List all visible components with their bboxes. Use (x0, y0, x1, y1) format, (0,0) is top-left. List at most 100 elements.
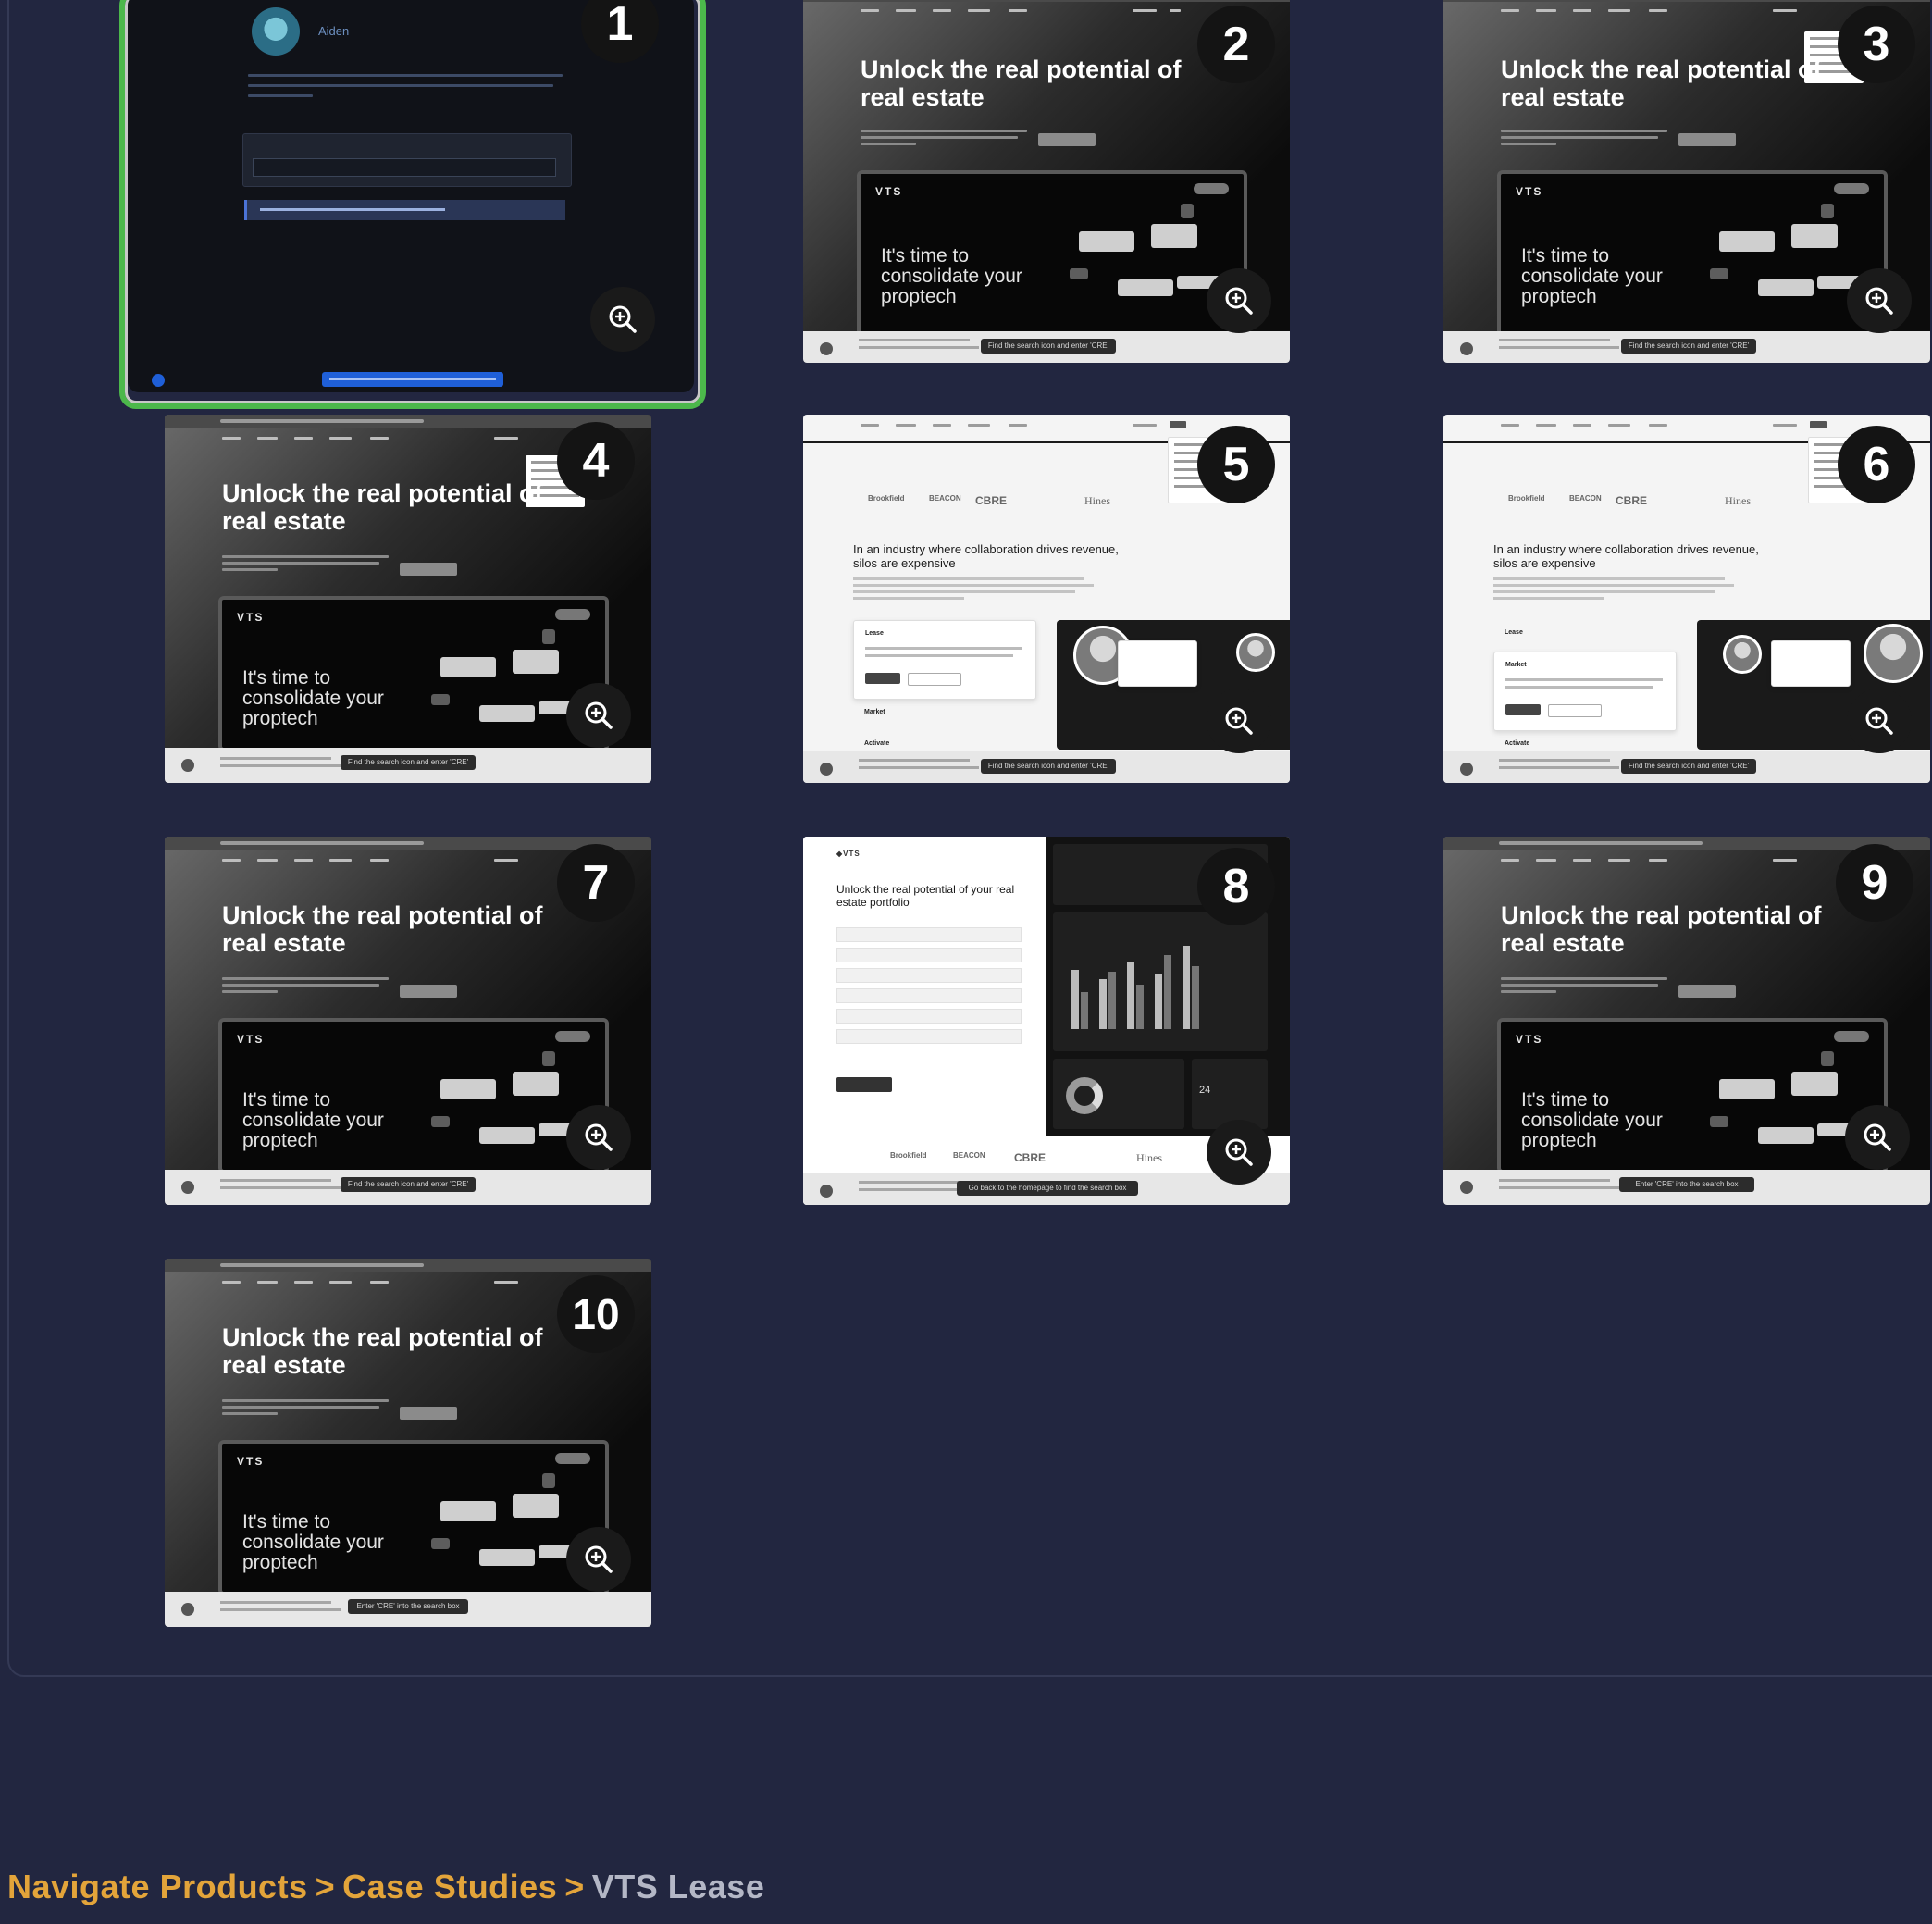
step-thumbnail-6[interactable]: Brookfield BEACON CBRE Hines In an indus… (1443, 415, 1930, 783)
breadcrumb-link-navigate-products[interactable]: Navigate Products (7, 1868, 308, 1905)
accordion-item-lease: Lease (1505, 629, 1523, 636)
step-number-badge: 9 (1836, 844, 1913, 922)
accordion-item-lease: Lease (865, 630, 884, 637)
hero-title: Unlock the real potential of real estate (1501, 901, 1822, 957)
browser-bar (165, 1259, 651, 1272)
step-thumbnail-8[interactable]: ◆VTS Unlock the real potential of your r… (803, 837, 1290, 1205)
inner-tagline: It's time to consolidate your proptech (242, 667, 384, 729)
step-thumbnail-9[interactable]: Unlock the real potential of real estate… (1443, 837, 1930, 1205)
donut-chart (1066, 1077, 1103, 1114)
url-input-card (242, 133, 572, 187)
zoom-button[interactable] (1847, 689, 1912, 753)
inner-tagline: It's time to consolidate your proptech (242, 1511, 384, 1573)
form-field (836, 1009, 1022, 1024)
status-message (244, 200, 565, 220)
form-field (836, 1029, 1022, 1044)
hero-subtitle (1501, 977, 1667, 997)
product-illustration (1682, 1051, 1867, 1162)
product-illustration (1042, 204, 1227, 315)
zoom-in-icon (1225, 1138, 1253, 1166)
step-tooltip: Go back to the homepage to find the sear… (957, 1181, 1138, 1196)
step-thumbnail-2[interactable]: Unlock the real potential of real estate… (803, 0, 1290, 363)
inner-page: VTS It's time to consolidate your propte… (218, 1440, 609, 1595)
hero-subtitle (1501, 130, 1667, 149)
zoom-button[interactable] (1845, 1105, 1910, 1170)
zoom-button[interactable] (566, 683, 631, 748)
zoom-in-icon (1865, 287, 1893, 315)
hero-subtitle (222, 977, 389, 997)
logo-brookfield: Brookfield (890, 1151, 927, 1160)
step-number-badge: 1 (581, 0, 659, 63)
bar-chart-card (1053, 912, 1268, 1051)
inner-pill (1834, 183, 1869, 194)
zoom-button[interactable] (1207, 1120, 1271, 1185)
zoom-button[interactable] (566, 1527, 631, 1592)
zoom-in-icon (1865, 707, 1893, 735)
logo-hines: Hines (1084, 494, 1110, 507)
logo-brookfield: Brookfield (1508, 494, 1545, 503)
user-name: Aiden (318, 24, 350, 38)
status-dot (152, 374, 165, 387)
zoom-button[interactable] (1207, 268, 1271, 333)
step-tooltip: Find the search icon and enter 'CRE' (341, 1177, 476, 1192)
logo-hines: Hines (1136, 1151, 1162, 1164)
logo-cbre: CBRE (1014, 1151, 1046, 1164)
form-submit (836, 1077, 892, 1092)
hero-subtitle (861, 130, 1027, 149)
hero-subtitle (222, 1399, 389, 1419)
hero-cta (1678, 133, 1736, 146)
person-photo (1236, 633, 1275, 672)
inner-pill (555, 1453, 590, 1464)
inner-page: VTS It's time to consolidate your propte… (1497, 1018, 1888, 1173)
zoom-in-icon (585, 1545, 613, 1573)
logo-cbre: CBRE (1616, 494, 1648, 507)
step-tooltip: Find the search icon and enter 'CRE' (1621, 339, 1756, 354)
inner-tagline: It's time to consolidate your proptech (881, 245, 1022, 307)
breadcrumb-link-case-studies[interactable]: Case Studies (342, 1868, 557, 1905)
vts-logo: ◆VTS (836, 850, 861, 858)
breadcrumb: Navigate Products > Case Studies > VTS Lease (7, 1868, 764, 1906)
step-number-badge: 8 (1197, 848, 1275, 925)
step-thumbnail-4[interactable]: Unlock the real potential of real estate… (165, 415, 651, 783)
step-thumbnail-3[interactable]: Unlock the real potential of real estate… (1443, 0, 1930, 363)
logo-beacon: BEACON (929, 494, 961, 503)
vts-logo: VTS (875, 185, 903, 198)
step-thumbnail-1[interactable]: Aiden 1 (128, 0, 694, 392)
zoom-in-icon (1225, 707, 1253, 735)
step-tooltip: Find the search icon and enter 'CRE' (1621, 759, 1756, 774)
step-tooltip: Find the search icon and enter 'CRE' (981, 339, 1116, 354)
zoom-button[interactable] (566, 1105, 631, 1170)
logo-cbre: CBRE (975, 494, 1008, 507)
inner-page: VTS It's time to consolidate your propte… (218, 1018, 609, 1173)
step-thumbnail-5[interactable]: Brookfield BEACON CBRE Hines In an indus… (803, 415, 1290, 783)
logo-brookfield: Brookfield (868, 494, 905, 503)
url-input (253, 158, 556, 177)
vts-logo: VTS (237, 611, 265, 624)
message-text (248, 74, 581, 105)
form-title: Unlock the real potential of your real e… (836, 883, 1015, 909)
hero-title: Unlock the real potential of real estate (861, 56, 1182, 111)
section-heading: In an industry where collaboration drive… (853, 542, 1119, 570)
inner-tagline: It's time to consolidate your proptech (1521, 1089, 1663, 1151)
logo-hines: Hines (1725, 494, 1751, 507)
person-photo (1864, 624, 1923, 683)
step-thumbnail-7[interactable]: Unlock the real potential of real estate… (165, 837, 651, 1205)
accordion-card: Market (1493, 652, 1677, 731)
hero-cta (400, 985, 457, 998)
hero-cta (1678, 985, 1736, 998)
zoom-button[interactable] (590, 287, 655, 352)
zoom-button[interactable] (1207, 689, 1271, 753)
logo-beacon: BEACON (953, 1151, 985, 1160)
hero-title: Unlock the real potential of real estate (222, 1323, 543, 1379)
inner-pill (1834, 1031, 1869, 1042)
step-thumbnail-10[interactable]: Unlock the real potential of real estate… (165, 1259, 651, 1627)
person-photo (1723, 635, 1762, 674)
inner-pill (555, 609, 590, 620)
breadcrumb-separator: > (315, 1868, 336, 1905)
inner-pill (1194, 183, 1229, 194)
zoom-button[interactable] (1847, 268, 1912, 333)
step-number-badge: 10 (557, 1275, 635, 1353)
profile-popup (1118, 640, 1197, 687)
accordion-item-market: Market (1505, 662, 1527, 668)
zoom-in-icon (585, 1123, 613, 1151)
